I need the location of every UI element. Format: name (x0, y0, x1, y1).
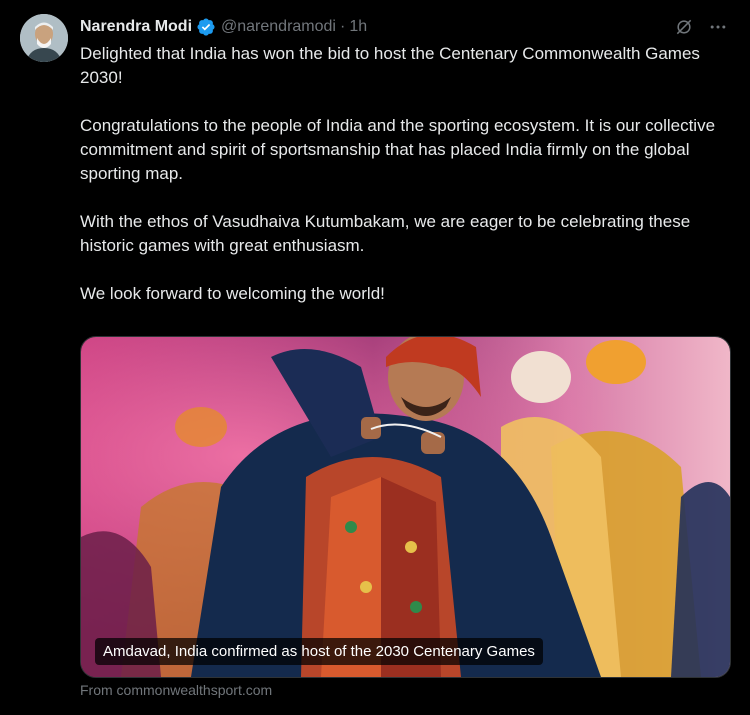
post-paragraph: Congratulations to the people of India a… (80, 116, 716, 183)
post-text: Delighted that India has won the bid to … (80, 42, 730, 306)
post-header: Narendra Modi @narendramodi · 1h (80, 14, 730, 40)
grok-icon[interactable] (672, 15, 696, 39)
post-timestamp[interactable]: 1h (349, 18, 367, 36)
media-card[interactable]: Amdavad, India confirmed as host of the … (80, 336, 731, 678)
avatar[interactable] (20, 14, 68, 62)
more-options-icon[interactable] (706, 15, 730, 39)
tweet: Narendra Modi @narendramodi · 1h Delight… (0, 0, 750, 715)
author-name[interactable]: Narendra Modi (80, 18, 192, 36)
post-paragraph: Delighted that India has won the bid to … (80, 44, 700, 87)
post-paragraph: With the ethos of Vasudhaiva Kutumbakam,… (80, 212, 691, 255)
separator-dot: · (339, 18, 346, 35)
verified-badge-icon (196, 17, 216, 37)
header-actions (672, 15, 730, 39)
author-handle[interactable]: @narendramodi (221, 18, 336, 36)
media-image[interactable] (81, 337, 730, 677)
post-paragraph: We look forward to welcoming the world! (80, 284, 385, 303)
link-source[interactable]: From commonwealthsport.com (80, 682, 272, 698)
media-caption: Amdavad, India confirmed as host of the … (95, 638, 543, 665)
